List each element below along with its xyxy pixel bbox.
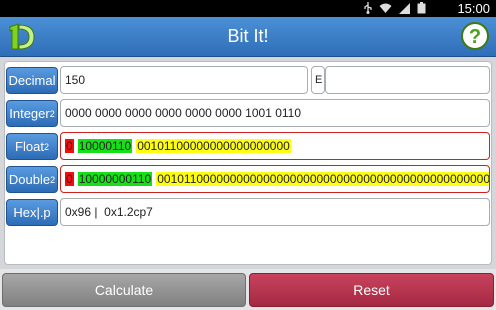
float-label[interactable]: Float 2	[6, 133, 58, 160]
help-icon[interactable]: ?	[460, 21, 490, 51]
usb-icon	[363, 2, 373, 14]
decimal-label[interactable]: Decimal	[6, 67, 58, 94]
float-binary-field[interactable]: 0 10000110 00101100000000000000000	[60, 132, 490, 160]
svg-text:?: ?	[469, 26, 481, 48]
calculate-button[interactable]: Calculate	[2, 273, 246, 307]
app-title: Bit It!	[227, 26, 269, 46]
float-mantissa-bits: 00101100000000000000000	[136, 139, 291, 153]
action-bar: Calculate Reset	[0, 269, 496, 310]
exponent-input[interactable]	[325, 66, 490, 94]
double-binary-field[interactable]: 0 10000000110 00101100000000000000000000…	[60, 165, 490, 193]
float-sign-bit: 0	[65, 139, 74, 153]
status-bar: 15:00	[0, 0, 496, 17]
double-sign-bit: 0	[65, 172, 74, 186]
double-label[interactable]: Double 2	[6, 166, 58, 193]
hex-field[interactable]: 0x96 | 0x1.2cp7	[60, 198, 490, 226]
reset-button[interactable]: Reset	[249, 273, 494, 307]
wifi-icon	[379, 2, 392, 14]
signal-icon	[398, 2, 411, 14]
decimal-input[interactable]: 150	[60, 66, 308, 94]
float-exponent-bits: 10000110	[77, 139, 133, 153]
exponent-e-label: E	[311, 66, 325, 94]
clock: 15:00	[457, 1, 490, 16]
double-exponent-bits: 10000000110	[77, 172, 153, 186]
app-header: Bit It! ?	[0, 17, 496, 57]
integer-label[interactable]: Integer 2	[6, 100, 58, 127]
converter-form: Decimal 150 E Integer 2 0000 0000 0000 00…	[4, 61, 492, 265]
integer-binary-field[interactable]: 0000 0000 0000 0000 0000 0000 1001 0110	[60, 99, 490, 127]
hex-label[interactable]: Hex|.p	[6, 199, 58, 226]
double-mantissa-bits: 0010110000000000000000000000000000000000…	[156, 172, 489, 186]
battery-icon	[417, 2, 426, 14]
content-panel: Decimal 150 E Integer 2 0000 0000 0000 00…	[0, 57, 496, 269]
